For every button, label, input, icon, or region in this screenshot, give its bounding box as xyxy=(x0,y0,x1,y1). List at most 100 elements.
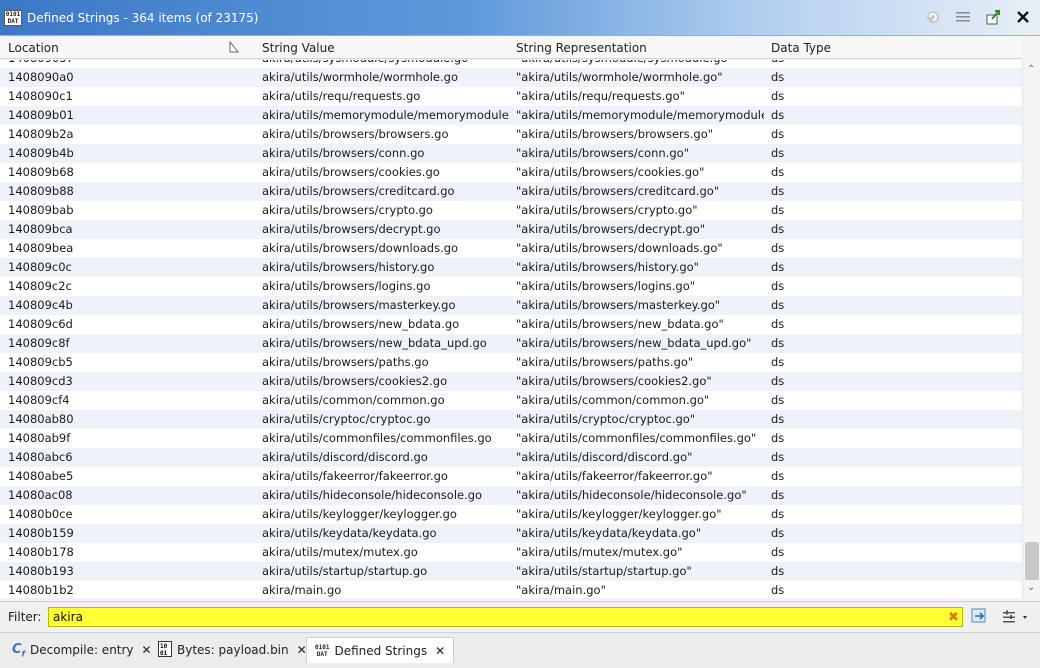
table-row[interactable]: 140809bab akira/utils/browsers/crypto.go "… xyxy=(0,201,1022,220)
data-type-cell: ds xyxy=(771,203,785,217)
data-type-cell: ds xyxy=(771,431,785,445)
data-type-cell: ds xyxy=(771,127,785,141)
close-icon[interactable] xyxy=(1014,8,1032,26)
tab-decompile-entry[interactable]: Cf Decompile: entry ✕ xyxy=(4,637,160,663)
location-cell: 14080ac08 xyxy=(8,488,73,502)
table-row[interactable]: 14080abc6 akira/utils/discord/discord.go "… xyxy=(0,448,1022,467)
location-cell: 140809bca xyxy=(8,222,73,236)
string-value-cell: akira/utils/browsers/creditcard.go xyxy=(262,184,455,198)
tab-bytes-payload[interactable]: 10 01 Bytes: payload.bin ✕ xyxy=(150,637,315,663)
table-row[interactable]: 14080b0ce akira/utils/keylogger/keylogger… xyxy=(0,505,1022,524)
table-row[interactable]: 140809c2c akira/utils/browsers/logins.go "… xyxy=(0,277,1022,296)
string-representation-cell: "akira/utils/wormhole/wormhole.go" xyxy=(516,70,723,84)
location-cell: 140809b2a xyxy=(8,127,74,141)
column-header-data-type[interactable]: Data Type xyxy=(771,41,831,55)
table-row[interactable]: 14080ab80 akira/utils/cryptoc/cryptoc.go "… xyxy=(0,410,1022,429)
table-row[interactable]: 140809bca akira/utils/browsers/decrypt.go… xyxy=(0,220,1022,239)
data-type-cell: ds xyxy=(771,393,785,407)
string-representation-cell: "akira/utils/browsers/creditcard.go" xyxy=(516,184,720,198)
location-cell: 14080ab80 xyxy=(8,412,74,426)
table-row[interactable]: 140809c0c akira/utils/browsers/history.go… xyxy=(0,258,1022,277)
string-value-cell: akira/utils/browsers/browsers.go xyxy=(262,127,449,141)
table-row[interactable]: 140809cd3 akira/utils/browsers/cookies2.g… xyxy=(0,372,1022,391)
data-type-cell: ds xyxy=(771,355,785,369)
string-value-cell: akira/utils/memorymodule/memorymodule.go xyxy=(262,108,510,122)
table-row[interactable]: 14080ab9f akira/utils/commonfiles/commonf… xyxy=(0,429,1022,448)
table-row[interactable]: 14080ac08 akira/utils/hideconsole/hidecon… xyxy=(0,486,1022,505)
string-value-cell: akira/utils/keylogger/keylogger.go xyxy=(262,507,457,521)
string-representation-cell: "akira/utils/browsers/cookies2.go" xyxy=(516,374,712,388)
close-tab-icon[interactable]: ✕ xyxy=(435,644,445,658)
data-type-cell: ds xyxy=(771,374,785,388)
filter-input[interactable] xyxy=(48,607,963,627)
string-representation-cell: "akira/main.go" xyxy=(516,583,606,597)
string-value-cell: akira/utils/browsers/cookies.go xyxy=(262,165,440,179)
refresh-icon[interactable] xyxy=(924,8,942,26)
string-representation-cell: "akira/utils/keydata/keydata.go" xyxy=(516,526,702,540)
location-cell: 1408090c1 xyxy=(8,89,73,103)
location-cell: 140809b68 xyxy=(8,165,74,179)
location-cell: 140809c0c xyxy=(8,260,72,274)
location-cell: 140809b4b xyxy=(8,146,74,160)
string-representation-cell: "akira/utils/commonfiles/commonfiles.go" xyxy=(516,431,757,445)
table-row[interactable]: 1408090c1 akira/utils/requ/requests.go "ak… xyxy=(0,87,1022,106)
data-type-cell: ds xyxy=(771,165,785,179)
string-representation-cell: "akira/utils/browsers/masterkey.go" xyxy=(516,298,721,312)
table-row[interactable]: 14080b159 akira/utils/keydata/keydata.go "… xyxy=(0,524,1022,543)
string-representation-cell: "akira/utils/browsers/new_bdata_upd.go" xyxy=(516,336,752,350)
vertical-scrollbar[interactable]: ⌃ ⌄ xyxy=(1022,60,1040,598)
data-type-cell: ds xyxy=(771,507,785,521)
data-type-cell: ds xyxy=(771,108,785,122)
string-value-cell: akira/utils/requ/requests.go xyxy=(262,89,421,103)
location-cell: 140809cf4 xyxy=(8,393,70,407)
filter-options-icon[interactable] xyxy=(970,607,990,627)
location-cell: 14080b159 xyxy=(8,526,74,540)
table-row[interactable]: 140809cf4 akira/utils/common/common.go "ak… xyxy=(0,391,1022,410)
export-icon[interactable] xyxy=(984,8,1002,26)
table-row[interactable]: 140809b88 akira/utils/browsers/creditcard… xyxy=(0,182,1022,201)
table-row[interactable]: 14080b1b2 akira/main.go "akira/main.go" ds xyxy=(0,581,1022,598)
string-value-cell: akira/utils/keydata/keydata.go xyxy=(262,526,437,540)
string-value-cell: akira/utils/startup/startup.go xyxy=(262,564,428,578)
table-row[interactable]: 140809b4b akira/utils/browsers/conn.go "ak… xyxy=(0,144,1022,163)
table-row[interactable]: 1408090a0 akira/utils/wormhole/wormhole.g… xyxy=(0,68,1022,87)
table-row[interactable]: 14080abe5 akira/utils/fakeerror/fakeerror… xyxy=(0,467,1022,486)
table-row[interactable]: 140809c6d akira/utils/browsers/new_bdata.… xyxy=(0,315,1022,334)
tab-defined-strings[interactable]: 0101 DAT Defined Strings ✕ xyxy=(306,637,455,663)
string-representation-cell: "akira/utils/cryptoc/cryptoc.go" xyxy=(516,412,696,426)
location-cell: 14080b178 xyxy=(8,545,74,559)
sort-icon[interactable] xyxy=(228,40,240,56)
column-header-location[interactable]: Location xyxy=(8,41,59,55)
data-type-cell: ds xyxy=(771,564,785,578)
table-row[interactable]: 140809037 akira/utils/sysmodule/sysmodule… xyxy=(0,60,1022,68)
string-value-cell: akira/utils/mutex/mutex.go xyxy=(262,545,418,559)
string-value-cell: akira/utils/browsers/crypto.go xyxy=(262,203,433,217)
string-value-cell: akira/utils/browsers/masterkey.go xyxy=(262,298,456,312)
table-row[interactable]: 140809b01 akira/utils/memorymodule/memory… xyxy=(0,106,1022,125)
location-cell: 140809bab xyxy=(8,203,74,217)
data-type-cell: ds xyxy=(771,70,785,84)
table-row[interactable]: 14080b193 akira/utils/startup/startup.go "… xyxy=(0,562,1022,581)
table-row[interactable]: 140809b2a akira/utils/browsers/browsers.g… xyxy=(0,125,1022,144)
data-type-cell: ds xyxy=(771,336,785,350)
tab-label: Decompile: entry xyxy=(30,643,134,657)
table-row[interactable]: 140809bea akira/utils/browsers/downloads.… xyxy=(0,239,1022,258)
location-cell: 14080b1b2 xyxy=(8,583,74,597)
table-row[interactable]: 14080b178 akira/utils/mutex/mutex.go "akir… xyxy=(0,543,1022,562)
column-header-string-value[interactable]: String Value xyxy=(262,41,335,55)
table-row[interactable]: 140809b68 akira/utils/browsers/cookies.go… xyxy=(0,163,1022,182)
location-cell: 140809037 xyxy=(8,60,248,65)
scroll-down-icon[interactable]: ⌄ xyxy=(1027,582,1035,593)
scroll-up-icon[interactable]: ⌃ xyxy=(1027,64,1035,75)
column-header-string-representation[interactable]: String Representation xyxy=(516,41,647,55)
table-row[interactable]: 140809c4b akira/utils/browsers/masterkey.… xyxy=(0,296,1022,315)
list-icon[interactable] xyxy=(954,8,972,26)
table-row[interactable]: 140809cb5 akira/utils/browsers/paths.go "a… xyxy=(0,353,1022,372)
filter-settings-icon[interactable] xyxy=(1000,608,1030,626)
table-row[interactable]: 140809c8f akira/utils/browsers/new_bdata_… xyxy=(0,334,1022,353)
scrollbar-thumb[interactable] xyxy=(1025,542,1039,580)
string-representation-cell: "akira/utils/browsers/new_bdata.go" xyxy=(516,317,724,331)
data-type-cell: ds xyxy=(771,146,785,160)
clear-filter-icon[interactable]: ✖ xyxy=(948,610,959,625)
data-type-cell: ds xyxy=(771,260,785,274)
